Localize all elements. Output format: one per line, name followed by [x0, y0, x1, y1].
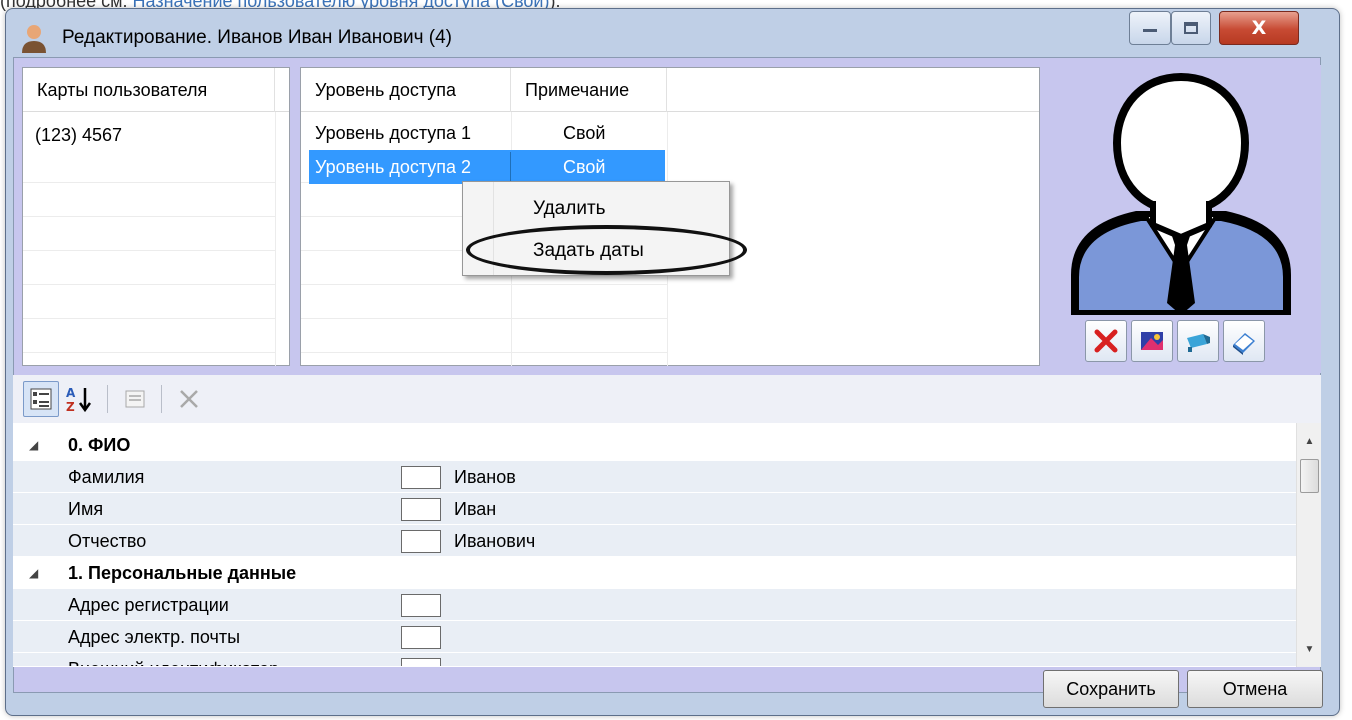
categorized-view-button[interactable] — [23, 381, 59, 417]
sort-alpha-button[interactable]: AZ — [61, 381, 97, 417]
scroll-up-icon[interactable]: ▲ — [1297, 431, 1322, 451]
property-value[interactable]: Иванович — [454, 525, 535, 557]
access-level-cell: Уровень доступа 2 — [315, 157, 472, 177]
collapse-icon[interactable]: ◢ — [29, 429, 38, 461]
column-header-cards[interactable]: Карты пользователя — [23, 68, 275, 112]
property-row[interactable]: Адрес регистрации — [13, 589, 1296, 621]
close-button[interactable]: X — [1219, 11, 1299, 45]
maximize-icon — [1184, 22, 1198, 34]
svg-text:Z: Z — [66, 400, 75, 414]
property-pages-button[interactable] — [117, 381, 153, 417]
load-image-button[interactable] — [1131, 320, 1173, 362]
avatar — [1071, 72, 1291, 315]
property-checkbox[interactable] — [401, 626, 441, 649]
property-checkbox[interactable] — [401, 466, 441, 489]
property-value[interactable]: Иванов — [454, 461, 516, 493]
menu-item-set-dates[interactable]: Задать даты — [463, 233, 729, 269]
column-header-level[interactable]: Уровень доступа — [301, 68, 511, 112]
access-header: Уровень доступа Примечание — [301, 68, 1039, 112]
property-grid[interactable]: ◢ 0. ФИО Фамилия Иванов Имя Иван Отчеств… — [13, 423, 1321, 667]
window-title: Редактирование. Иванов Иван Иванович (4) — [62, 27, 452, 48]
delete-photo-icon — [1094, 329, 1118, 353]
cancel-button[interactable]: Отмена — [1187, 670, 1323, 708]
category-label: 1. Персональные данные — [68, 563, 297, 583]
category-row[interactable]: ◢ 0. ФИО — [13, 429, 1296, 461]
scanner-button[interactable] — [1223, 320, 1265, 362]
categorized-view-icon — [30, 388, 52, 410]
property-pages-icon — [125, 390, 145, 408]
access-row-selected[interactable]: Уровень доступа 2 Свой — [309, 150, 665, 184]
property-name: Адрес регистрации — [68, 595, 229, 615]
property-row[interactable]: Имя Иван — [13, 493, 1296, 525]
user-cards-panel[interactable]: Карты пользователя (123) 4567 — [22, 67, 290, 366]
property-checkbox[interactable] — [401, 594, 441, 617]
property-checkbox[interactable] — [401, 658, 441, 666]
webcam-button[interactable] — [1177, 320, 1219, 362]
cards-header: Карты пользователя — [23, 68, 289, 112]
properties-toolbar: AZ — [13, 375, 1321, 423]
access-level-cell: Уровень доступа 1 — [315, 123, 472, 143]
card-row[interactable]: (123) 4567 — [35, 118, 122, 152]
property-name: Имя — [68, 499, 104, 519]
delete-icon — [180, 390, 198, 408]
maximize-button[interactable] — [1171, 11, 1211, 45]
category-label: 0. ФИО — [68, 435, 131, 455]
minimize-icon — [1143, 29, 1157, 32]
access-note-cell: Свой — [563, 123, 606, 143]
property-row[interactable]: Отчество Иванович — [13, 525, 1296, 557]
property-checkbox[interactable] — [401, 530, 441, 553]
close-icon: X — [1251, 17, 1267, 39]
property-row[interactable]: Адрес электр. почты — [13, 621, 1296, 653]
property-name: Внешний идентификатор — [68, 653, 279, 666]
menu-item-delete[interactable]: Удалить — [463, 191, 729, 227]
property-checkbox[interactable] — [401, 498, 441, 521]
user-icon — [22, 25, 46, 53]
category-row[interactable]: ◢ 1. Персональные данные — [13, 557, 1296, 589]
property-name: Фамилия — [68, 467, 145, 487]
vertical-scrollbar[interactable]: ▲ ▼ — [1296, 423, 1321, 667]
access-row[interactable]: Уровень доступа 1 Свой — [301, 116, 667, 150]
property-value[interactable]: Иван — [454, 493, 496, 525]
context-menu: Удалить Задать даты — [462, 181, 730, 276]
webcam-icon — [1187, 334, 1210, 352]
svg-text:A: A — [66, 386, 76, 400]
scanner-icon — [1233, 333, 1255, 355]
scroll-thumb[interactable] — [1300, 459, 1319, 493]
property-row[interactable]: Внешний идентификатор — [13, 653, 1296, 667]
delete-property-button[interactable] — [171, 381, 207, 417]
column-header-note[interactable]: Примечание — [511, 68, 667, 112]
minimize-button[interactable] — [1129, 11, 1171, 45]
sort-alpha-icon: AZ — [66, 386, 92, 414]
delete-photo-button[interactable] — [1085, 320, 1127, 362]
save-button[interactable]: Сохранить — [1043, 670, 1179, 708]
scroll-down-icon[interactable]: ▼ — [1297, 639, 1322, 659]
access-note-cell: Свой — [563, 157, 606, 177]
collapse-icon[interactable]: ◢ — [29, 557, 38, 589]
property-name: Адрес электр. почты — [68, 627, 241, 647]
property-row[interactable]: Фамилия Иванов — [13, 461, 1296, 493]
image-icon — [1141, 332, 1163, 350]
property-name: Отчество — [68, 531, 147, 551]
